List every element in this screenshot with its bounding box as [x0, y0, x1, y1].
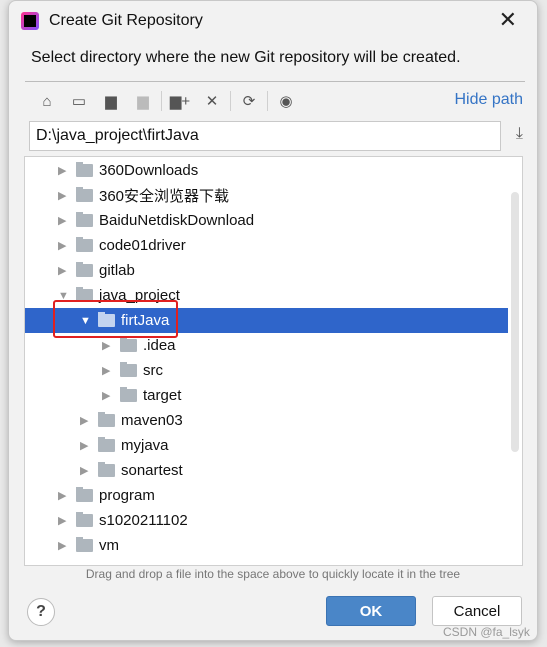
expand-arrow-icon[interactable]: ▶ — [58, 489, 68, 502]
tree-item-label: sonartest — [121, 462, 183, 479]
refresh-icon[interactable]: ⟳ — [235, 92, 263, 110]
ok-button[interactable]: OK — [326, 596, 416, 626]
expand-arrow-icon[interactable]: ▶ — [58, 164, 68, 177]
directory-tree[interactable]: ▶ 360Downloads ▶ 360安全浏览器下载 ▶ BaiduNetdiskDow… — [24, 156, 523, 566]
tree-item[interactable]: ▶ program — [25, 483, 508, 508]
folder-icon — [76, 162, 93, 177]
tree-item-label: myjava — [121, 437, 169, 454]
tree-item[interactable]: ▶ target — [25, 383, 508, 408]
expand-arrow-icon[interactable]: ▶ — [80, 414, 90, 427]
close-icon[interactable]: ✕ — [499, 7, 517, 33]
scrollbar[interactable] — [511, 192, 519, 452]
help-button[interactable]: ? — [27, 598, 55, 626]
expand-arrow-icon[interactable]: ▶ — [102, 389, 112, 402]
folder-icon — [98, 412, 115, 427]
folder-icon — [76, 512, 93, 527]
folder-icon — [98, 437, 115, 452]
folder-icon — [120, 362, 137, 377]
description: Select directory where the new Git repos… — [31, 49, 461, 66]
project-folder-icon[interactable]: ▆ — [97, 92, 125, 110]
folder-icon — [98, 462, 115, 477]
delete-icon[interactable]: ✕ — [198, 92, 226, 110]
tree-item-label: maven03 — [121, 412, 183, 429]
folder-icon — [120, 387, 137, 402]
path-input[interactable]: D:\java_project\firtJava — [29, 121, 501, 151]
expand-arrow-icon[interactable]: ▶ — [58, 239, 68, 252]
expand-arrow-icon[interactable]: ▶ — [58, 514, 68, 527]
tree-item-label: code01driver — [99, 237, 186, 254]
folder-icon — [76, 537, 93, 552]
show-hidden-icon[interactable]: ◉ — [272, 92, 300, 110]
folder-icon — [120, 337, 137, 352]
download-icon[interactable]: ⤓ — [516, 125, 523, 143]
expand-arrow-icon[interactable]: ▶ — [80, 464, 90, 477]
module-folder-icon: ▆ — [137, 93, 149, 110]
tree-item-label: 360Downloads — [99, 162, 199, 179]
tree-item-label: program — [99, 487, 155, 504]
watermark: CSDN @fa_lsyk — [443, 625, 530, 639]
hide-path-link[interactable]: Hide path — [455, 91, 524, 109]
toolbar: ⌂ ▭ ▆ ▆ ▆+ ✕ ⟳ ◉ — [33, 89, 300, 113]
cancel-button[interactable]: Cancel — [432, 596, 522, 626]
tree-item-label: target — [143, 387, 182, 404]
tree-item-label: gitlab — [99, 262, 135, 279]
dialog-title-bar: Create Git Repository — [21, 9, 203, 33]
highlight-box — [53, 300, 178, 338]
tree-item-label: .idea — [143, 337, 176, 354]
expand-arrow-icon[interactable]: ▶ — [102, 339, 112, 352]
expand-arrow-icon[interactable]: ▶ — [58, 539, 68, 552]
tree-item-label: src — [143, 362, 163, 379]
expand-arrow-icon[interactable]: ▶ — [58, 214, 68, 227]
toolbar-separator — [230, 91, 231, 111]
tree-item[interactable]: ▶ code01driver — [25, 233, 508, 258]
tree-item-label: 360安全浏览器下载 — [99, 188, 230, 205]
tree-item[interactable]: ▶ gitlab — [25, 258, 508, 283]
folder-icon — [76, 262, 93, 277]
tree-item[interactable]: ▶ sonartest — [25, 458, 508, 483]
tree-item[interactable]: ▶ maven03 — [25, 408, 508, 433]
tree-item[interactable]: ▶ src — [25, 358, 508, 383]
expand-arrow-icon[interactable]: ▶ — [58, 189, 68, 202]
tree-item[interactable]: ▶ vm — [25, 533, 508, 558]
intellij-logo-icon — [21, 12, 39, 30]
tree-item[interactable]: ▶ s1020211102 — [25, 508, 508, 533]
desktop-icon[interactable]: ▭ — [65, 92, 93, 110]
toolbar-separator — [161, 91, 162, 111]
tree-item[interactable]: ▶ BaiduNetdiskDownload — [25, 208, 508, 233]
new-folder-icon[interactable]: ▆+ — [166, 92, 194, 110]
folder-icon — [76, 212, 93, 227]
folder-icon — [76, 187, 93, 202]
tree-item[interactable]: ▶ myjava — [25, 433, 508, 458]
tree-item[interactable]: ▶ 360Downloads — [25, 158, 508, 183]
folder-icon — [76, 237, 93, 252]
tree-item-label: BaiduNetdiskDownload — [99, 212, 255, 229]
drag-drop-hint: Drag and drop a file into the space abov… — [85, 567, 461, 581]
expand-arrow-icon[interactable]: ▶ — [58, 264, 68, 277]
expand-arrow-icon[interactable]: ▶ — [102, 364, 112, 377]
toolbar-separator — [267, 91, 268, 111]
tree-item[interactable]: ▶ 360安全浏览器下载 — [25, 183, 508, 208]
home-icon[interactable]: ⌂ — [33, 93, 61, 110]
dialog-title: Create Git Repository — [49, 12, 203, 29]
tree-item-label: s1020211102 — [99, 512, 188, 529]
folder-icon — [76, 487, 93, 502]
tree-item-label: vm — [99, 537, 119, 554]
expand-arrow-icon[interactable]: ▶ — [80, 439, 90, 452]
divider — [25, 81, 525, 82]
